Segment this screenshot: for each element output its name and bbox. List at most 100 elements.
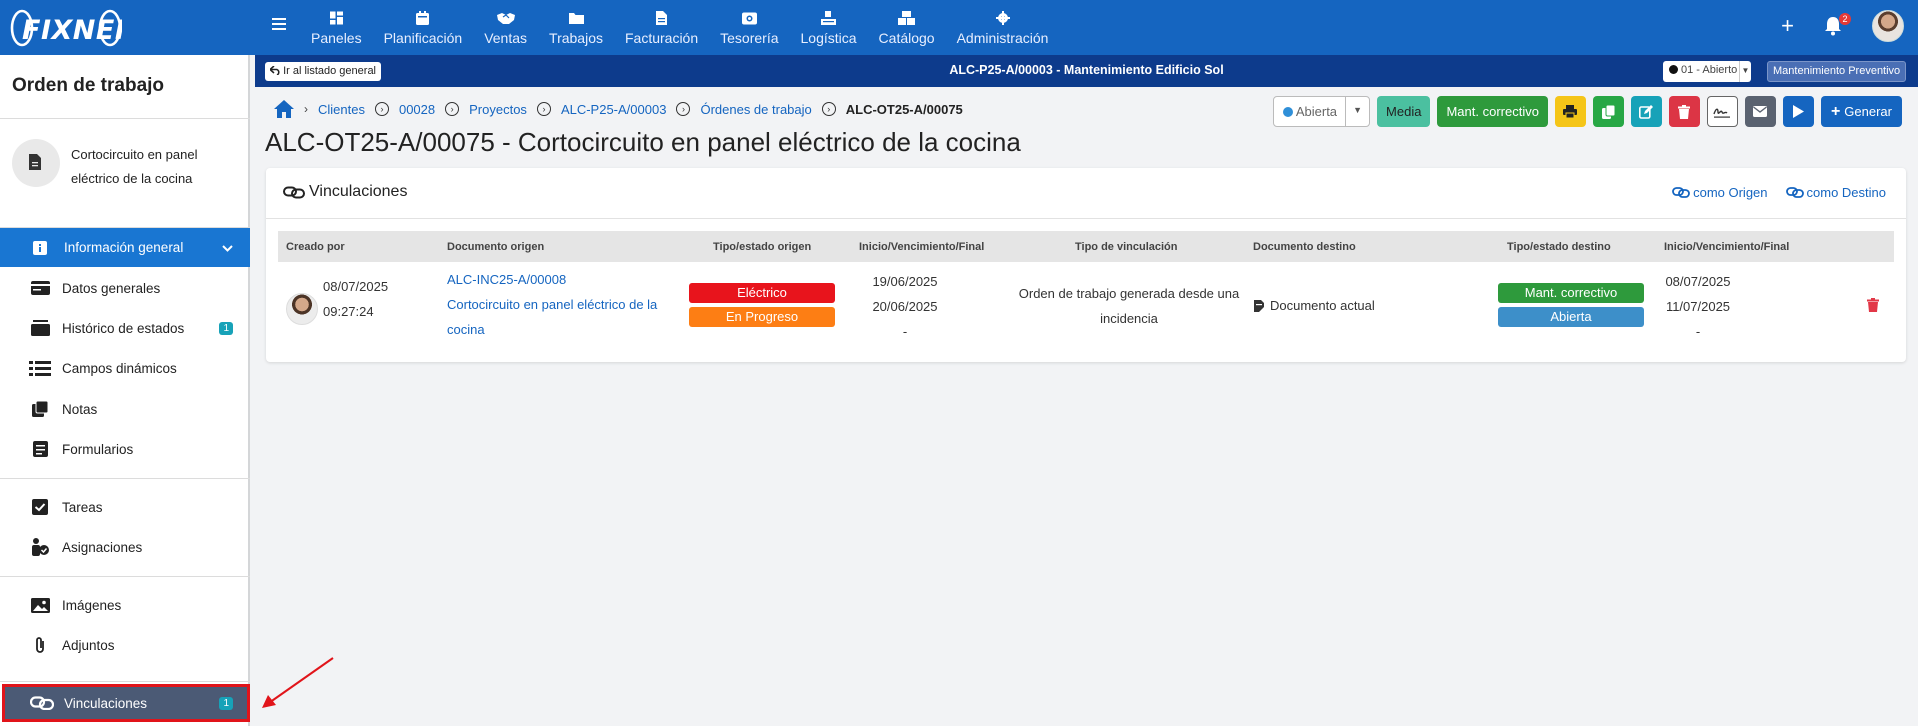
nav-trabajos[interactable]: Trabajos bbox=[538, 0, 614, 55]
sidebar-item-label: Imágenes bbox=[62, 597, 122, 613]
sidebar-item-tareas[interactable]: Tareas bbox=[0, 487, 250, 527]
sidebar-item-formularios[interactable]: Formularios bbox=[0, 429, 250, 469]
sidebar-section-informacion-general[interactable]: Información general bbox=[0, 228, 250, 267]
project-state-select[interactable]: 01 - Abierto ▼ bbox=[1663, 61, 1751, 82]
document-avatar bbox=[12, 139, 60, 187]
sidebar-item-notas[interactable]: Notas bbox=[0, 389, 250, 429]
bell-icon[interactable]: 2 bbox=[1824, 13, 1851, 36]
nav-label: Paneles bbox=[311, 30, 362, 46]
state-value: 01 - Abierto bbox=[1681, 64, 1738, 76]
destination-due-date: 11/07/2025 bbox=[1665, 299, 1731, 314]
plus-icon[interactable]: + bbox=[1781, 15, 1794, 37]
sidebar-item-vinculaciones[interactable]: Vinculaciones 1 bbox=[2, 684, 250, 722]
breadcrumb-ordenes[interactable]: Órdenes de trabajo bbox=[700, 102, 811, 117]
page-title: ALC-OT25-A/00075 - Cortocircuito en pane… bbox=[265, 127, 1021, 157]
check-square-icon bbox=[28, 499, 52, 515]
sidebar-section-label: Información general bbox=[64, 240, 184, 255]
project-subbar: ALC-P25-A/00003 - Mantenimiento Edificio… bbox=[255, 55, 1918, 87]
document-name: Cortocircuito en panel eléctrico de la c… bbox=[71, 147, 198, 186]
print-icon bbox=[1563, 105, 1578, 118]
email-button[interactable] bbox=[1744, 96, 1776, 127]
chevron-circle-icon: › bbox=[821, 102, 836, 116]
generate-button[interactable]: + Generar bbox=[1820, 96, 1902, 127]
signature-button[interactable] bbox=[1706, 96, 1738, 127]
sidebar-item-adjuntos[interactable]: Adjuntos bbox=[0, 625, 250, 665]
folder-icon bbox=[568, 13, 584, 24]
chevron-down-icon bbox=[222, 240, 233, 255]
annotation-arrow bbox=[262, 657, 334, 708]
delete-button[interactable] bbox=[1668, 96, 1700, 127]
breadcrumb-client-code[interactable]: 00028 bbox=[399, 102, 435, 117]
origin-due-date: 20/06/2025 bbox=[872, 299, 938, 314]
sidebar-item-campos-dinamicos[interactable]: Campos dinámicos bbox=[0, 348, 250, 388]
add-as-destination-link[interactable]: como Destino bbox=[1785, 185, 1886, 200]
status-dropdown[interactable]: Abierta ▼ bbox=[1272, 96, 1371, 127]
nav-tesoreria[interactable]: Tesorería bbox=[709, 0, 789, 55]
hamburger-menu-icon[interactable] bbox=[272, 15, 294, 37]
trash-icon bbox=[1678, 104, 1691, 119]
signature-icon bbox=[1713, 108, 1731, 118]
document-card: Cortocircuito en panel eléctrico de la c… bbox=[12, 139, 242, 199]
handshake-icon bbox=[496, 13, 515, 24]
destination-dates: 08/07/2025 11/07/2025 - bbox=[1633, 269, 1763, 344]
column-header: Tipo/estado destino bbox=[1507, 241, 1611, 253]
column-header: Documento origen bbox=[447, 241, 545, 253]
nav-paneles[interactable]: Paneles bbox=[300, 0, 373, 55]
sidebar-item-asignaciones[interactable]: Asignaciones bbox=[0, 527, 250, 567]
nav-facturacion[interactable]: Facturación bbox=[614, 0, 709, 55]
origin-document-desc[interactable]: Cortocircuito en panel eléctrico de la c… bbox=[447, 292, 667, 342]
sidebar-item-label: Adjuntos bbox=[62, 637, 115, 653]
sidebar-item-historico-estados[interactable]: Histórico de estados 1 bbox=[0, 308, 250, 348]
breadcrumb-proyectos[interactable]: Proyectos bbox=[469, 102, 527, 117]
sidebar-title: Orden de trabajo bbox=[12, 75, 165, 96]
main-nav: Paneles Planificación Ventas Trabajos Fa… bbox=[300, 0, 1059, 55]
count-badge: 1 bbox=[219, 696, 233, 710]
wallet-icon bbox=[741, 12, 757, 25]
list-icon bbox=[28, 360, 52, 376]
nav-catalogo[interactable]: Catálogo bbox=[868, 0, 946, 55]
created-time: 09:27:24 bbox=[323, 304, 374, 319]
sidebar-item-datos-generales[interactable]: Datos generales bbox=[0, 268, 250, 308]
id-card-icon bbox=[28, 281, 52, 295]
image-icon bbox=[28, 597, 52, 613]
history-icon bbox=[28, 320, 52, 336]
destination-start-date: 08/07/2025 bbox=[1665, 274, 1731, 289]
sidebar-item-label: Vinculaciones bbox=[64, 695, 148, 711]
card-title-text: Vinculaciones bbox=[309, 183, 408, 200]
column-header: Tipo/estado origen bbox=[713, 241, 812, 253]
project-type-badge: Mantenimiento Preventivo bbox=[1767, 61, 1907, 82]
breadcrumb-clientes[interactable]: Clientes bbox=[318, 102, 365, 117]
play-button[interactable] bbox=[1782, 96, 1814, 127]
nav-ventas[interactable]: Ventas bbox=[473, 0, 538, 55]
priority-button[interactable]: Media bbox=[1377, 96, 1431, 127]
current-document-icon bbox=[1254, 299, 1264, 312]
chevron-circle-icon: › bbox=[445, 102, 460, 116]
nav-label: Ventas bbox=[484, 30, 528, 46]
nav-planificacion[interactable]: Planificación bbox=[373, 0, 474, 55]
origin-dates: 19/06/2025 20/06/2025 - bbox=[840, 269, 970, 344]
type-button[interactable]: Mant. correctivo bbox=[1437, 96, 1548, 127]
caret-down-icon[interactable]: ▼ bbox=[1345, 97, 1369, 126]
origin-document-code[interactable]: ALC-INC25-A/00008 bbox=[447, 267, 667, 292]
nav-administracion[interactable]: Administración bbox=[946, 0, 1060, 55]
edit-button[interactable] bbox=[1630, 96, 1662, 127]
sidebar-item-imagenes[interactable]: Imágenes bbox=[0, 585, 250, 625]
origin-end-date: - bbox=[902, 324, 908, 339]
nav-logistica[interactable]: Logística bbox=[790, 0, 868, 55]
table-header: Creado por Documento origen Tipo/estado … bbox=[278, 231, 1894, 262]
home-icon[interactable] bbox=[274, 100, 294, 118]
breadcrumb-project[interactable]: ALC-P25-A/00003 bbox=[561, 102, 667, 117]
origin-document: ALC-INC25-A/00008 Cortocircuito en panel… bbox=[447, 267, 667, 342]
back-to-list-button[interactable]: Ir al listado general bbox=[265, 62, 382, 81]
add-as-origin-link[interactable]: como Origen bbox=[1672, 185, 1768, 200]
delete-link-icon[interactable] bbox=[1867, 298, 1879, 312]
notification-badge: 2 bbox=[1839, 13, 1851, 25]
sidebar-item-label: Asignaciones bbox=[62, 539, 143, 555]
duplicate-button[interactable] bbox=[1592, 96, 1624, 127]
caret-down-icon: ▼ bbox=[1739, 61, 1751, 82]
status-dot bbox=[1282, 107, 1293, 117]
user-avatar[interactable] bbox=[1872, 10, 1904, 42]
print-button[interactable] bbox=[1554, 96, 1586, 127]
fixner-logo[interactable]: FIXNER bbox=[10, 8, 136, 48]
back-label: Ir al listado general bbox=[283, 65, 377, 77]
